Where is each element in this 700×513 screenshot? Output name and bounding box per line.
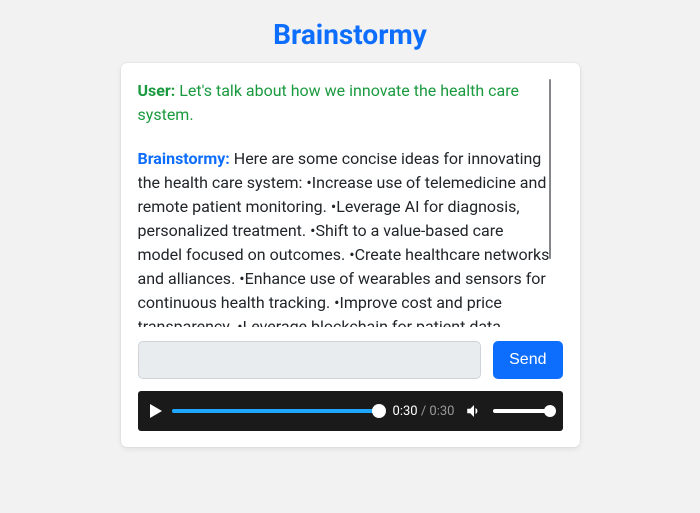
message-input[interactable] (138, 341, 482, 379)
volume-icon[interactable] (465, 402, 483, 420)
time-separator: / (418, 404, 430, 419)
time-display: 0:30 / 0:30 (393, 404, 455, 419)
time-duration: 0:30 (429, 404, 454, 419)
audio-player: 0:30 / 0:30 (138, 391, 563, 431)
bot-label: Brainstormy: (138, 149, 230, 168)
chat-message-user: User: Let's talk about how we innovate t… (138, 79, 551, 127)
volume-bar[interactable] (493, 409, 551, 413)
user-label: User: (138, 81, 176, 100)
bot-text: Here are some concise ideas for innovati… (138, 149, 550, 327)
chat-card: User: Let's talk about how we innovate t… (121, 63, 580, 447)
page-title: Brainstormy (273, 18, 427, 51)
seek-fill (172, 409, 379, 413)
play-icon[interactable] (150, 404, 162, 418)
input-row: Send (138, 341, 563, 379)
seek-bar[interactable] (172, 409, 379, 413)
volume-thumb[interactable] (544, 405, 556, 417)
user-text: Let's talk about how we innovate the hea… (138, 81, 519, 124)
time-current: 0:30 (393, 404, 418, 419)
seek-thumb[interactable] (372, 404, 386, 418)
chat-message-bot: Brainstormy: Here are some concise ideas… (138, 147, 551, 327)
chat-log[interactable]: User: Let's talk about how we innovate t… (138, 79, 563, 327)
scrollbar-thumb[interactable] (549, 79, 551, 259)
send-button[interactable]: Send (493, 341, 562, 379)
